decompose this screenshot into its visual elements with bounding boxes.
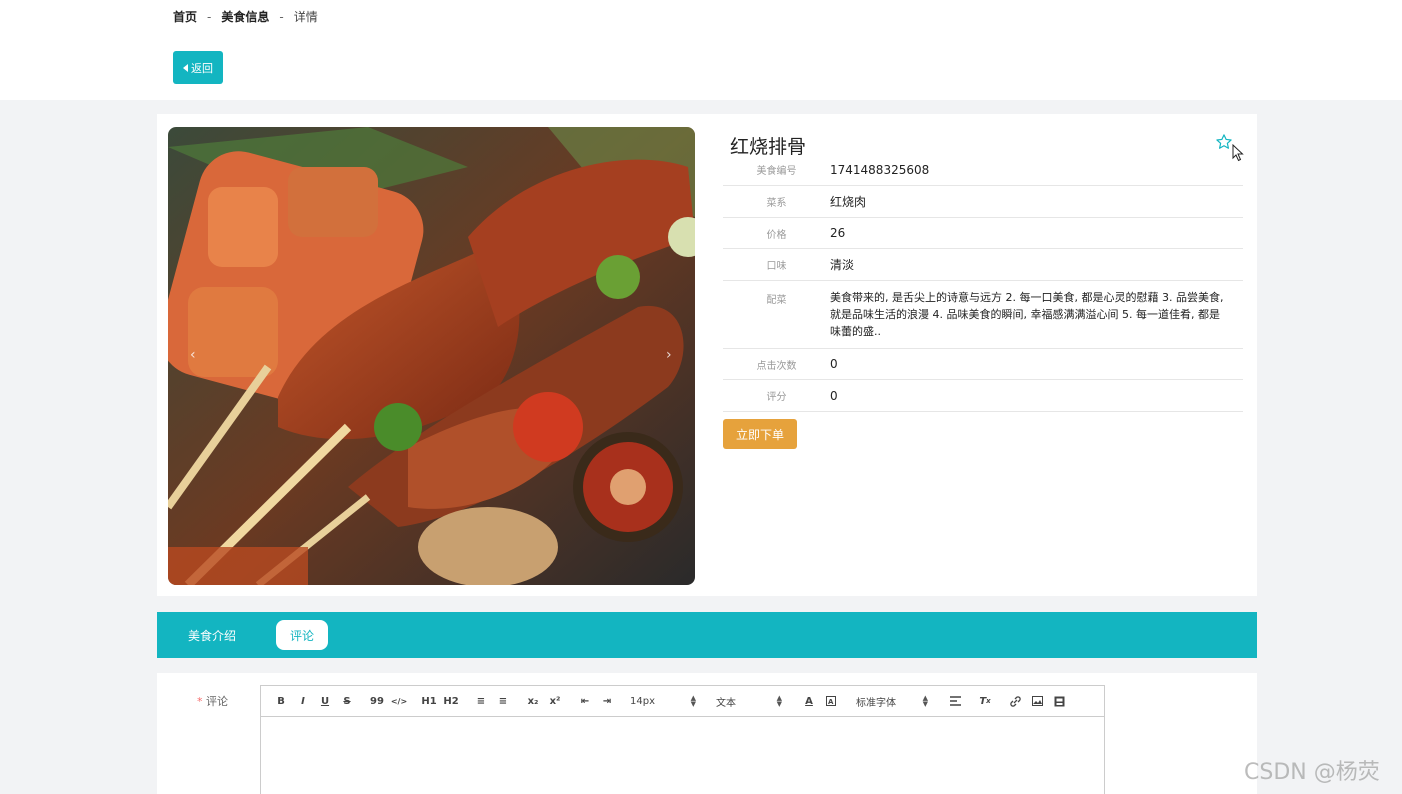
order-now-button[interactable]: 立即下单 bbox=[723, 419, 797, 449]
info-row: 美食编号 1741488325608 bbox=[723, 154, 1243, 186]
updown-icon: ▲ ▼ bbox=[690, 694, 696, 708]
font-size-value: 14px bbox=[630, 695, 655, 707]
updown-icon: ▲ ▼ bbox=[922, 694, 928, 708]
field-value: 26 bbox=[830, 226, 846, 240]
back-button-label: 返回 bbox=[191, 61, 213, 75]
carousel-prev-icon[interactable]: ‹ bbox=[190, 347, 196, 363]
align-icon[interactable] bbox=[944, 693, 966, 709]
info-row: 价格 26 bbox=[723, 218, 1243, 249]
top-header: 首页 - 美食信息 - 详情 返回 bbox=[0, 0, 1402, 100]
image-icon[interactable] bbox=[1026, 693, 1048, 709]
field-value: 0 bbox=[830, 357, 838, 371]
field-label: 口味 bbox=[766, 261, 787, 272]
breadcrumb-separator: - bbox=[279, 9, 284, 24]
link-icon[interactable] bbox=[1004, 693, 1026, 709]
font-family-select[interactable]: 标准字体 ▲ ▼ bbox=[856, 693, 928, 709]
food-info-table: 美食编号 1741488325608 菜系 红烧肉 价格 26 口味 清淡 配菜… bbox=[723, 154, 1243, 412]
detail-tabs: 美食介绍 评论 bbox=[157, 612, 1257, 658]
subscript-icon[interactable]: x₂ bbox=[522, 693, 544, 709]
field-label: 点击次数 bbox=[756, 360, 797, 372]
field-value: 美食带来的, 是舌尖上的诗意与远方 2. 每一口美食, 都是心灵的慰藉 3. 品… bbox=[830, 291, 1224, 338]
clear-format-icon[interactable]: Tx bbox=[974, 693, 996, 709]
required-mark: * bbox=[197, 695, 203, 708]
tab-comments[interactable]: 评论 bbox=[276, 620, 328, 650]
blockquote-icon[interactable]: 99 bbox=[366, 693, 388, 709]
field-value: 红烧肉 bbox=[830, 194, 867, 209]
font-family-value: 标准字体 bbox=[856, 697, 896, 709]
star-outline-icon[interactable] bbox=[1215, 133, 1233, 155]
watermark: CSDN @杨荧 bbox=[1244, 760, 1380, 785]
font-size-select[interactable]: 14px ▲ ▼ bbox=[630, 693, 696, 709]
food-photo bbox=[168, 127, 695, 585]
breadcrumb: 首页 - 美食信息 - 详情 bbox=[173, 8, 318, 25]
back-button[interactable]: 返回 bbox=[173, 51, 223, 84]
info-row: 点击次数 0 bbox=[723, 349, 1243, 380]
field-value: 0 bbox=[830, 388, 838, 403]
comment-label-text: 评论 bbox=[206, 695, 228, 708]
tab-food-intro[interactable]: 美食介绍 bbox=[188, 627, 236, 644]
comment-panel: * 评论 B I U S 99 </> H1 H2 ≡ ≡ x₂ x² ⇤ ⇥ … bbox=[157, 673, 1257, 794]
info-row: 口味 清淡 bbox=[723, 249, 1243, 281]
heading-2-icon[interactable]: H2 bbox=[440, 693, 462, 709]
field-label: 价格 bbox=[766, 229, 787, 241]
field-label: 评分 bbox=[766, 392, 787, 403]
field-label: 美食编号 bbox=[756, 166, 797, 177]
field-value: 清淡 bbox=[830, 257, 855, 272]
bold-icon[interactable]: B bbox=[270, 693, 292, 709]
breadcrumb-section[interactable]: 美食信息 bbox=[221, 8, 269, 25]
editor-toolbar: B I U S 99 </> H1 H2 ≡ ≡ x₂ x² ⇤ ⇥ 14px … bbox=[261, 686, 1104, 717]
ordered-list-icon[interactable]: ≡ bbox=[470, 693, 492, 709]
strikethrough-icon[interactable]: S bbox=[336, 693, 358, 709]
rich-text-editor: B I U S 99 </> H1 H2 ≡ ≡ x₂ x² ⇤ ⇥ 14px … bbox=[260, 685, 1105, 794]
comment-field-label: * 评论 bbox=[197, 693, 228, 709]
field-label: 菜系 bbox=[766, 198, 787, 209]
italic-icon[interactable]: I bbox=[292, 693, 314, 709]
heading-1-icon[interactable]: H1 bbox=[418, 693, 440, 709]
outdent-icon[interactable]: ⇤ bbox=[574, 693, 596, 709]
comment-editor-area[interactable] bbox=[261, 717, 1104, 794]
updown-icon: ▲ ▼ bbox=[776, 694, 782, 708]
field-label: 配菜 bbox=[766, 295, 787, 306]
text-type-value: 文本 bbox=[716, 697, 736, 709]
breadcrumb-home[interactable]: 首页 bbox=[173, 8, 197, 25]
info-row: 菜系 红烧肉 bbox=[723, 186, 1243, 218]
background-color-icon[interactable]: A bbox=[820, 693, 842, 709]
video-icon[interactable] bbox=[1048, 693, 1070, 709]
info-row: 配菜 美食带来的, 是舌尖上的诗意与远方 2. 每一口美食, 都是心灵的慰藉 3… bbox=[723, 281, 1243, 349]
info-row: 评分 0 bbox=[723, 380, 1243, 412]
underline-icon[interactable]: U bbox=[314, 693, 336, 709]
bullet-list-icon[interactable]: ≡ bbox=[492, 693, 514, 709]
font-color-icon[interactable]: A bbox=[798, 693, 820, 709]
text-type-select[interactable]: 文本 ▲ ▼ bbox=[716, 693, 782, 709]
food-image-carousel[interactable]: ‹ › bbox=[168, 127, 695, 585]
indent-icon[interactable]: ⇥ bbox=[596, 693, 618, 709]
field-value: 1741488325608 bbox=[830, 162, 930, 177]
breadcrumb-separator: - bbox=[207, 9, 212, 24]
breadcrumb-current: 详情 bbox=[293, 10, 318, 24]
caret-left-icon bbox=[183, 63, 188, 72]
superscript-icon[interactable]: x² bbox=[544, 693, 566, 709]
food-detail-card: ‹ › 红烧排骨 美食编号 1741488325608 菜系 红烧肉 价格 26… bbox=[157, 114, 1257, 596]
carousel-next-icon[interactable]: › bbox=[666, 347, 672, 363]
code-block-icon[interactable]: </> bbox=[388, 693, 410, 709]
svg-text:A: A bbox=[828, 698, 834, 706]
